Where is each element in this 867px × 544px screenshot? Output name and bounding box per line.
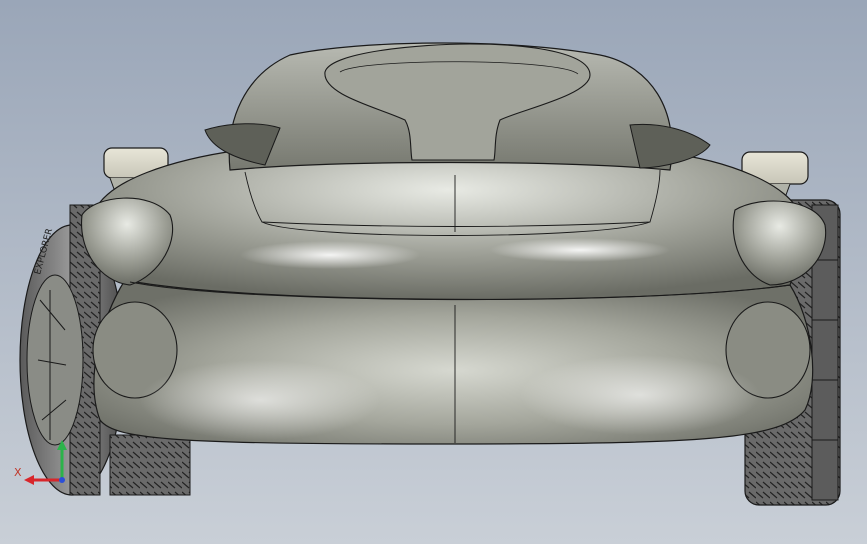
axis-triad[interactable]: X bbox=[10, 438, 80, 498]
car-model-render[interactable]: EXPLORER bbox=[0, 0, 867, 544]
3d-viewport[interactable]: EXPLORER X bbox=[0, 0, 867, 544]
x-axis-label: X bbox=[14, 466, 22, 479]
car-hood[interactable] bbox=[92, 142, 802, 301]
z-axis-dot bbox=[59, 477, 65, 483]
